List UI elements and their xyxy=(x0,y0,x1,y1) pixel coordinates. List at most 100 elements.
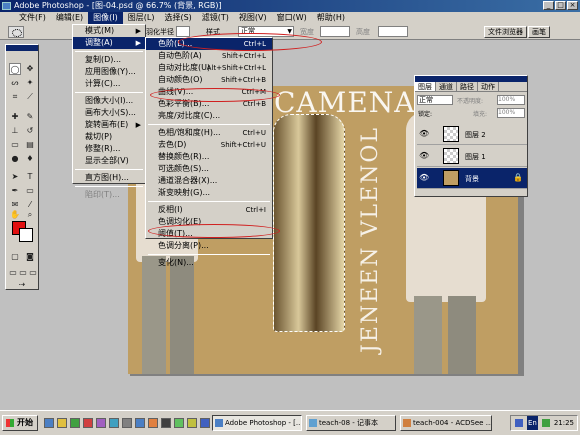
quicklaunch-ie-icon[interactable] xyxy=(44,418,54,428)
tab-actions[interactable]: 动作 xyxy=(478,82,499,91)
network-icon[interactable] xyxy=(515,419,523,427)
visibility-eye-icon[interactable]: 👁 xyxy=(419,174,429,182)
zoom-tool-icon[interactable]: ⌕ xyxy=(24,209,36,221)
path-select-icon[interactable]: ➤ xyxy=(9,171,21,183)
menu-edit[interactable]: 编辑(E) xyxy=(51,12,88,24)
menu-item-adjust[interactable]: 调整(A) ▶ xyxy=(73,37,145,49)
move-tool-icon[interactable]: ✥ xyxy=(24,63,36,75)
slice-tool-icon[interactable]: ⟋ xyxy=(24,91,36,103)
opacity-input[interactable]: 100% xyxy=(497,95,525,105)
quicklaunch-app4-icon[interactable] xyxy=(122,418,132,428)
quicklaunch-app-icon[interactable] xyxy=(83,418,93,428)
menu-item-crop[interactable]: 裁切(P) xyxy=(73,131,145,143)
menu-select[interactable]: 选择(S) xyxy=(159,12,196,24)
jump-to-imageready-icon[interactable]: ⇢ xyxy=(16,279,28,291)
menu-filter[interactable]: 滤镜(T) xyxy=(197,12,234,24)
height-input[interactable] xyxy=(378,26,408,37)
standard-mode-icon[interactable]: ▢ xyxy=(9,251,21,263)
tab-channels[interactable]: 通道 xyxy=(436,82,457,91)
file-browser-tab[interactable]: 文件浏览器 xyxy=(484,26,527,38)
quicklaunch-folder-icon[interactable] xyxy=(57,418,67,428)
menu-view[interactable]: 视图(V) xyxy=(234,12,272,24)
magic-wand-icon[interactable]: ✦ xyxy=(24,77,36,89)
crop-tool-icon[interactable]: ⌗ xyxy=(9,91,21,103)
minimize-button[interactable]: _ xyxy=(543,1,554,10)
tab-layers[interactable]: 图层 xyxy=(415,82,436,91)
close-button[interactable]: × xyxy=(567,1,578,10)
quickmask-mode-icon[interactable]: ◙ xyxy=(24,251,36,263)
screen-mode-3-icon[interactable]: ▭ xyxy=(27,267,39,279)
menu-window[interactable]: 窗口(W) xyxy=(272,12,312,24)
brush-tool-icon[interactable]: ✎ xyxy=(24,111,36,123)
ellipse-marquee-icon[interactable] xyxy=(8,26,24,38)
shape-tool-icon[interactable]: ▭ xyxy=(24,185,36,197)
menu-item-trim[interactable]: 修整(R)... xyxy=(73,143,145,155)
menu-item-selective-color[interactable]: 可选颜色(S)... xyxy=(146,163,272,175)
menu-item-brightness-contrast[interactable]: 亮度/对比度(C)... xyxy=(146,110,272,122)
blend-mode-select[interactable]: 正常 xyxy=(417,95,453,105)
task-acdsee[interactable]: teach-004 - ACDSee ... xyxy=(400,415,492,431)
tab-paths[interactable]: 路径 xyxy=(457,82,478,91)
healing-brush-icon[interactable]: ✚ xyxy=(9,111,21,123)
dodge-tool-icon[interactable]: ♦ xyxy=(24,153,36,165)
pen-tool-icon[interactable]: ✒ xyxy=(9,185,21,197)
menu-item-posterize[interactable]: 色调分离(P)... xyxy=(146,240,272,252)
menu-item-auto-levels[interactable]: 自动色阶(A) Shift+Ctrl+L xyxy=(146,50,272,62)
task-notepad[interactable]: teach-08 - 记事本 xyxy=(306,415,396,431)
gradient-tool-icon[interactable]: ▤ xyxy=(24,139,36,151)
start-button[interactable]: 开始 xyxy=(2,415,38,431)
menu-item-mode[interactable]: 模式(M) ▶ xyxy=(73,25,145,37)
visibility-eye-icon[interactable]: 👁 xyxy=(419,130,429,138)
menu-item-invert[interactable]: 反相(I) Ctrl+I xyxy=(146,204,272,216)
menu-item-reveal-all[interactable]: 显示全部(V) xyxy=(73,155,145,167)
ellipse-marquee-tool-icon[interactable]: ◯ xyxy=(9,63,21,75)
volume-icon[interactable] xyxy=(542,419,550,427)
layer-row-1[interactable]: 👁 图层 1 xyxy=(417,146,527,167)
menu-item-calculations[interactable]: 计算(C)... xyxy=(73,78,145,90)
layer-row-2[interactable]: 👁 图层 2 xyxy=(417,124,527,145)
type-tool-icon[interactable]: T xyxy=(24,171,36,183)
menu-item-auto-color[interactable]: 自动颜色(O) Shift+Ctrl+B xyxy=(146,74,272,86)
menu-item-image-size[interactable]: 图像大小(I)... xyxy=(73,95,145,107)
menu-item-auto-contrast[interactable]: 自动对比度(U) Alt+Shift+Ctrl+L xyxy=(146,62,272,74)
eraser-tool-icon[interactable]: ▭ xyxy=(9,139,21,151)
menu-image[interactable]: 图像(I) xyxy=(88,12,123,24)
menu-item-histogram[interactable]: 直方图(H)... xyxy=(73,172,145,184)
ime-indicator[interactable]: En xyxy=(527,416,538,430)
menu-help[interactable]: 帮助(H) xyxy=(312,12,350,24)
width-input[interactable] xyxy=(320,26,350,37)
history-brush-icon[interactable]: ↺ xyxy=(24,125,36,137)
quicklaunch-app10-icon[interactable] xyxy=(200,418,210,428)
fill-input[interactable]: 100% xyxy=(497,108,525,118)
background-color-swatch[interactable] xyxy=(19,228,33,242)
toolbox-header[interactable] xyxy=(6,45,38,51)
layer-row-background[interactable]: 👁 背景 🔒 xyxy=(417,168,527,189)
blur-tool-icon[interactable]: ● xyxy=(9,153,21,165)
menu-file[interactable]: 文件(F) xyxy=(14,12,51,24)
menu-item-hue-saturation[interactable]: 色相/饱和度(H)... Ctrl+U xyxy=(146,127,272,139)
visibility-eye-icon[interactable]: 👁 xyxy=(419,152,429,160)
clone-stamp-icon[interactable]: ⊥ xyxy=(9,125,21,137)
menu-item-duplicate[interactable]: 复制(D)... xyxy=(73,54,145,66)
quicklaunch-desktop-icon[interactable] xyxy=(70,418,80,428)
menu-item-desaturate[interactable]: 去色(D) Shift+Ctrl+U xyxy=(146,139,272,151)
quicklaunch-app9-icon[interactable] xyxy=(187,418,197,428)
menu-item-channel-mixer[interactable]: 通道混合器(X)... xyxy=(146,175,272,187)
feather-input[interactable] xyxy=(176,26,190,37)
quicklaunch-app3-icon[interactable] xyxy=(109,418,119,428)
menu-item-apply-image[interactable]: 应用图像(Y)... xyxy=(73,66,145,78)
menu-item-rotate-canvas[interactable]: 旋转画布(E) ▶ xyxy=(73,119,145,131)
task-photoshop[interactable]: Adobe Photoshop - [... xyxy=(212,415,302,431)
quicklaunch-app8-icon[interactable] xyxy=(174,418,184,428)
hand-tool-icon[interactable]: ✋ xyxy=(9,209,21,221)
quicklaunch-app5-icon[interactable] xyxy=(135,418,145,428)
menu-item-canvas-size[interactable]: 画布大小(S)... xyxy=(73,107,145,119)
brushes-tab[interactable]: 画笔 xyxy=(528,26,550,38)
menu-item-gradient-map[interactable]: 渐变映射(G)... xyxy=(146,187,272,199)
menu-item-variations[interactable]: 变化(N)... xyxy=(146,257,272,269)
quicklaunch-app7-icon[interactable] xyxy=(161,418,171,428)
menu-layer[interactable]: 图层(L) xyxy=(123,12,160,24)
lasso-tool-icon[interactable]: ᔕ xyxy=(9,77,21,89)
menu-item-replace-color[interactable]: 替换颜色(R)... xyxy=(146,151,272,163)
quicklaunch-app6-icon[interactable] xyxy=(148,418,158,428)
